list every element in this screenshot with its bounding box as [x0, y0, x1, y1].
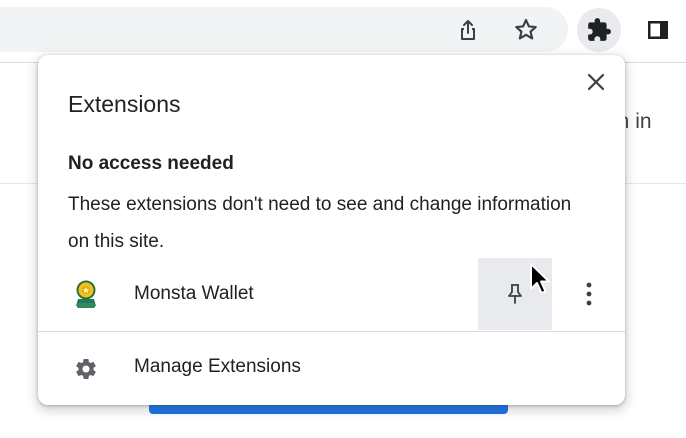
section-title: No access needed	[68, 153, 234, 174]
extensions-popup: Extensions No access needed These extens…	[38, 55, 625, 405]
close-button[interactable]	[582, 68, 610, 96]
more-vert-icon	[586, 282, 592, 306]
section-description: These extensions don't need to see and c…	[68, 194, 572, 252]
share-icon	[461, 20, 475, 40]
extensions-puzzle-icon	[588, 18, 611, 41]
extension-name: Monsta Wallet	[134, 283, 254, 304]
star-icon	[515, 18, 537, 40]
side-panel-button[interactable]	[636, 8, 680, 52]
extensions-button[interactable]	[577, 8, 621, 52]
share-button[interactable]	[446, 8, 490, 52]
pin-icon	[508, 284, 522, 304]
manage-extensions-label: Manage Extensions	[134, 356, 301, 377]
popup-title: Extensions	[68, 91, 181, 117]
close-icon	[587, 73, 605, 91]
monsta-wallet-icon	[76, 280, 96, 308]
bookmark-star-button[interactable]	[504, 8, 548, 52]
browser-toolbar	[0, 0, 686, 63]
side-panel-icon	[648, 21, 668, 39]
gear-icon	[76, 359, 96, 379]
more-actions-button[interactable]	[574, 276, 604, 312]
manage-extensions-button[interactable]: Manage Extensions	[38, 332, 625, 405]
mouse-cursor-icon	[530, 263, 550, 294]
